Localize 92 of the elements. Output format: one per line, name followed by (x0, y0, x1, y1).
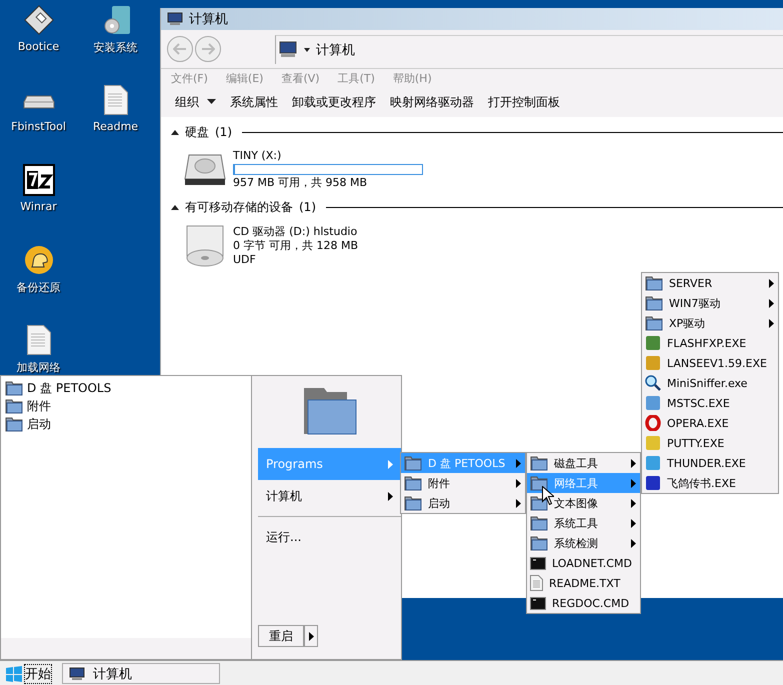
app-icon (645, 455, 661, 471)
archive-icon[interactable] (22, 164, 54, 196)
folder-icon (645, 275, 663, 291)
hard-drive-icon[interactable] (183, 152, 227, 186)
desktop-icon-label[interactable]: Bootice (18, 40, 60, 53)
folder-icon (645, 295, 663, 311)
computer-icon (167, 12, 183, 26)
drive-name[interactable]: TINY (X:) (233, 149, 423, 163)
folder-icon (530, 535, 548, 551)
submenu-item[interactable]: 飞鸽传书.EXE (642, 473, 778, 493)
restart-options-button[interactable] (304, 625, 318, 647)
desktop-icon-label[interactable]: Winrar (20, 200, 57, 213)
toolbar-button[interactable]: 卸载或更改程序 (288, 92, 380, 112)
submenu-item[interactable]: MSTSC.EXE (642, 393, 778, 413)
document-icon[interactable] (26, 324, 50, 356)
toolbar-button[interactable]: 组织 (171, 92, 220, 112)
submenu-item[interactable]: MiniSniffer.exe (642, 373, 778, 393)
ring-icon (645, 415, 661, 431)
run-menu-item[interactable]: 运行... (258, 523, 401, 551)
submenu-item[interactable]: 启动 (401, 493, 525, 513)
folder-icon (404, 495, 422, 511)
program-folder-item[interactable]: 启动 (5, 415, 247, 433)
folder-icon (404, 455, 422, 471)
submenu-item[interactable]: 系统检测 (527, 533, 640, 553)
app-icon (645, 435, 661, 451)
forward-arrow-icon (201, 43, 215, 55)
folder-icon (530, 455, 548, 471)
app-icon (645, 335, 661, 351)
ghost-icon[interactable] (24, 244, 54, 276)
submenu-item[interactable]: 附件 (401, 473, 525, 493)
drive-detail: 957 MB 可用，共 958 MB (233, 176, 368, 190)
program-folder-item[interactable]: 附件 (5, 397, 247, 415)
document-icon (530, 575, 543, 591)
submenu-item[interactable]: WIN7驱动 (642, 293, 778, 313)
submenu-item[interactable]: LOADNET.CMD (527, 553, 640, 573)
taskbar-button[interactable]: 计算机 (62, 663, 220, 684)
toolbar-button[interactable]: 系统属性 (226, 92, 282, 112)
console-icon (530, 596, 546, 610)
submenu-item[interactable]: README.TXT (527, 573, 640, 593)
app-icon (645, 395, 661, 411)
console-icon (530, 556, 546, 570)
app-icon (645, 355, 661, 371)
desktop-icon-label[interactable]: Readme (92, 120, 138, 133)
computer-icon (69, 666, 85, 680)
group-title: 有可移动存储的设备 (185, 198, 293, 216)
submenu-item[interactable]: REGDOC.CMD (527, 593, 640, 613)
desktop-icon-label[interactable]: 备份还原 (16, 280, 60, 295)
drive-name[interactable]: CD 驱动器 (D:) hlstudio (233, 225, 358, 239)
submenu-item[interactable]: FLASHFXP.EXE (642, 333, 778, 353)
group-count: (1) (299, 200, 316, 214)
caret-icon (308, 632, 314, 640)
collapse-arrow-icon[interactable] (171, 204, 179, 210)
drive-detail: UDF (233, 253, 257, 267)
submenu-item[interactable]: LANSEEV1.59.EXE (642, 353, 778, 373)
start-menu-item[interactable]: 计算机 (258, 480, 401, 512)
folder-icon (302, 386, 358, 436)
program-folder-item[interactable]: D 盘 PETOOLS (5, 379, 247, 397)
address-text: 计算机 (316, 42, 355, 58)
folder-icon (5, 398, 23, 414)
submenu-item[interactable]: SERVER (642, 273, 778, 293)
back-arrow-icon (173, 43, 187, 55)
folder-icon (404, 475, 422, 491)
mouse-pointer-icon (542, 486, 554, 505)
magnifier-icon (645, 375, 661, 391)
toolbar-button[interactable]: 打开控制面板 (484, 92, 564, 112)
submenu-item[interactable]: 磁盘工具 (527, 453, 640, 473)
desktop-icon-label[interactable]: 安装系统 (94, 40, 138, 55)
restart-button[interactable]: 重启 (258, 625, 304, 647)
folder-icon (530, 495, 548, 511)
desktop-icon-label[interactable]: 加载网络 (16, 360, 60, 375)
desktop-icon-label[interactable]: FbinstTool (11, 120, 66, 133)
folder-icon (530, 475, 548, 491)
computer-icon (278, 40, 298, 58)
submenu-item[interactable]: XP驱动 (642, 313, 778, 333)
folder-icon (5, 380, 23, 396)
toolbar-button[interactable]: 映射网络驱动器 (386, 92, 478, 112)
folder-icon (645, 315, 663, 331)
app-icon (645, 475, 661, 491)
group-title: 硬盘 (185, 124, 209, 140)
window-title: 计算机 (189, 11, 228, 28)
submenu-item[interactable]: 系统工具 (527, 513, 640, 533)
windows-logo-icon (6, 666, 22, 682)
folder-icon (5, 416, 23, 432)
collapse-arrow-icon[interactable] (171, 129, 179, 135)
document-icon[interactable] (104, 84, 128, 116)
dropdown-caret-icon[interactable] (303, 46, 311, 52)
submenu-item[interactable]: PUTTY.EXE (642, 433, 778, 453)
folder-icon (530, 515, 548, 531)
group-count: (1) (215, 125, 232, 139)
submenu-item[interactable]: OPERA.EXE (642, 413, 778, 433)
drive-detail: 0 字节 可用，共 128 MB (233, 239, 358, 253)
submenu-item[interactable]: THUNDER.EXE (642, 453, 778, 473)
